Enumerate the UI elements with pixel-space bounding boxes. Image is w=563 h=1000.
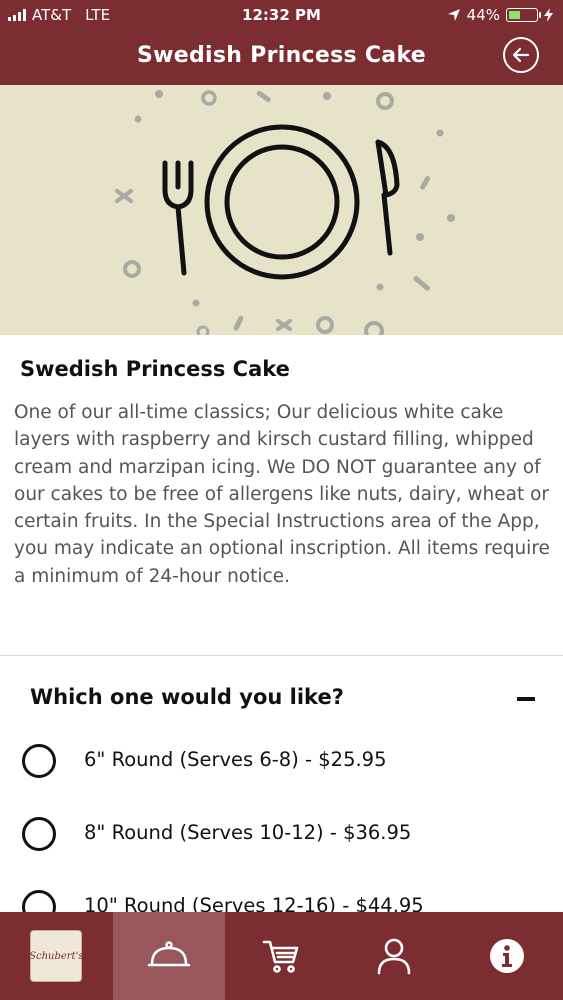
schuberts-logo-icon: Schubert's [29,930,83,982]
battery-icon [506,8,541,22]
divider [0,655,563,656]
product-name: Swedish Princess Cake [20,357,290,381]
cart-icon [263,940,299,973]
tab-account[interactable] [338,912,451,1000]
page-title: Swedish Princess Cake [136,43,427,68]
option-label: 8" Round (Serves 10-12) - $36.95 [84,821,412,844]
option-label: 6" Round (Serves 6-8) - $25.95 [84,748,387,771]
user-icon [377,938,411,975]
back-button[interactable] [503,37,539,73]
cloche-icon [147,941,191,967]
tab-cart[interactable] [225,912,338,1000]
charging-bolt-icon [544,8,553,22]
plate-fork-knife-icon [115,90,455,335]
info-icon [489,939,524,973]
location-arrow-icon [447,9,460,21]
options-title: Which one would you like? [30,685,344,709]
product-description: One of our all-time classics; Our delici… [14,402,550,587]
minus-icon[interactable] [517,697,535,701]
battery-percent: 44% [466,6,500,24]
radio-button[interactable] [22,817,56,851]
option-6-round[interactable]: 6" Round (Serves 6-8) - $25.95 [22,740,542,780]
status-right: 44% [447,6,553,24]
tab-bar: Schubert's [0,912,563,1000]
radio-button[interactable] [22,744,56,778]
status-bar: AT&T LTE 12:32 PM 44% [0,0,563,30]
tab-menu[interactable] [112,912,226,1000]
option-8-round[interactable]: 8" Round (Serves 10-12) - $36.95 [22,813,542,853]
header: AT&T LTE 12:32 PM 44% Swedish Princess C… [0,0,563,85]
tab-home[interactable]: Schubert's [0,912,113,1000]
product-image [0,85,563,335]
tab-info[interactable] [450,912,563,1000]
back-arrow-icon [512,47,530,63]
